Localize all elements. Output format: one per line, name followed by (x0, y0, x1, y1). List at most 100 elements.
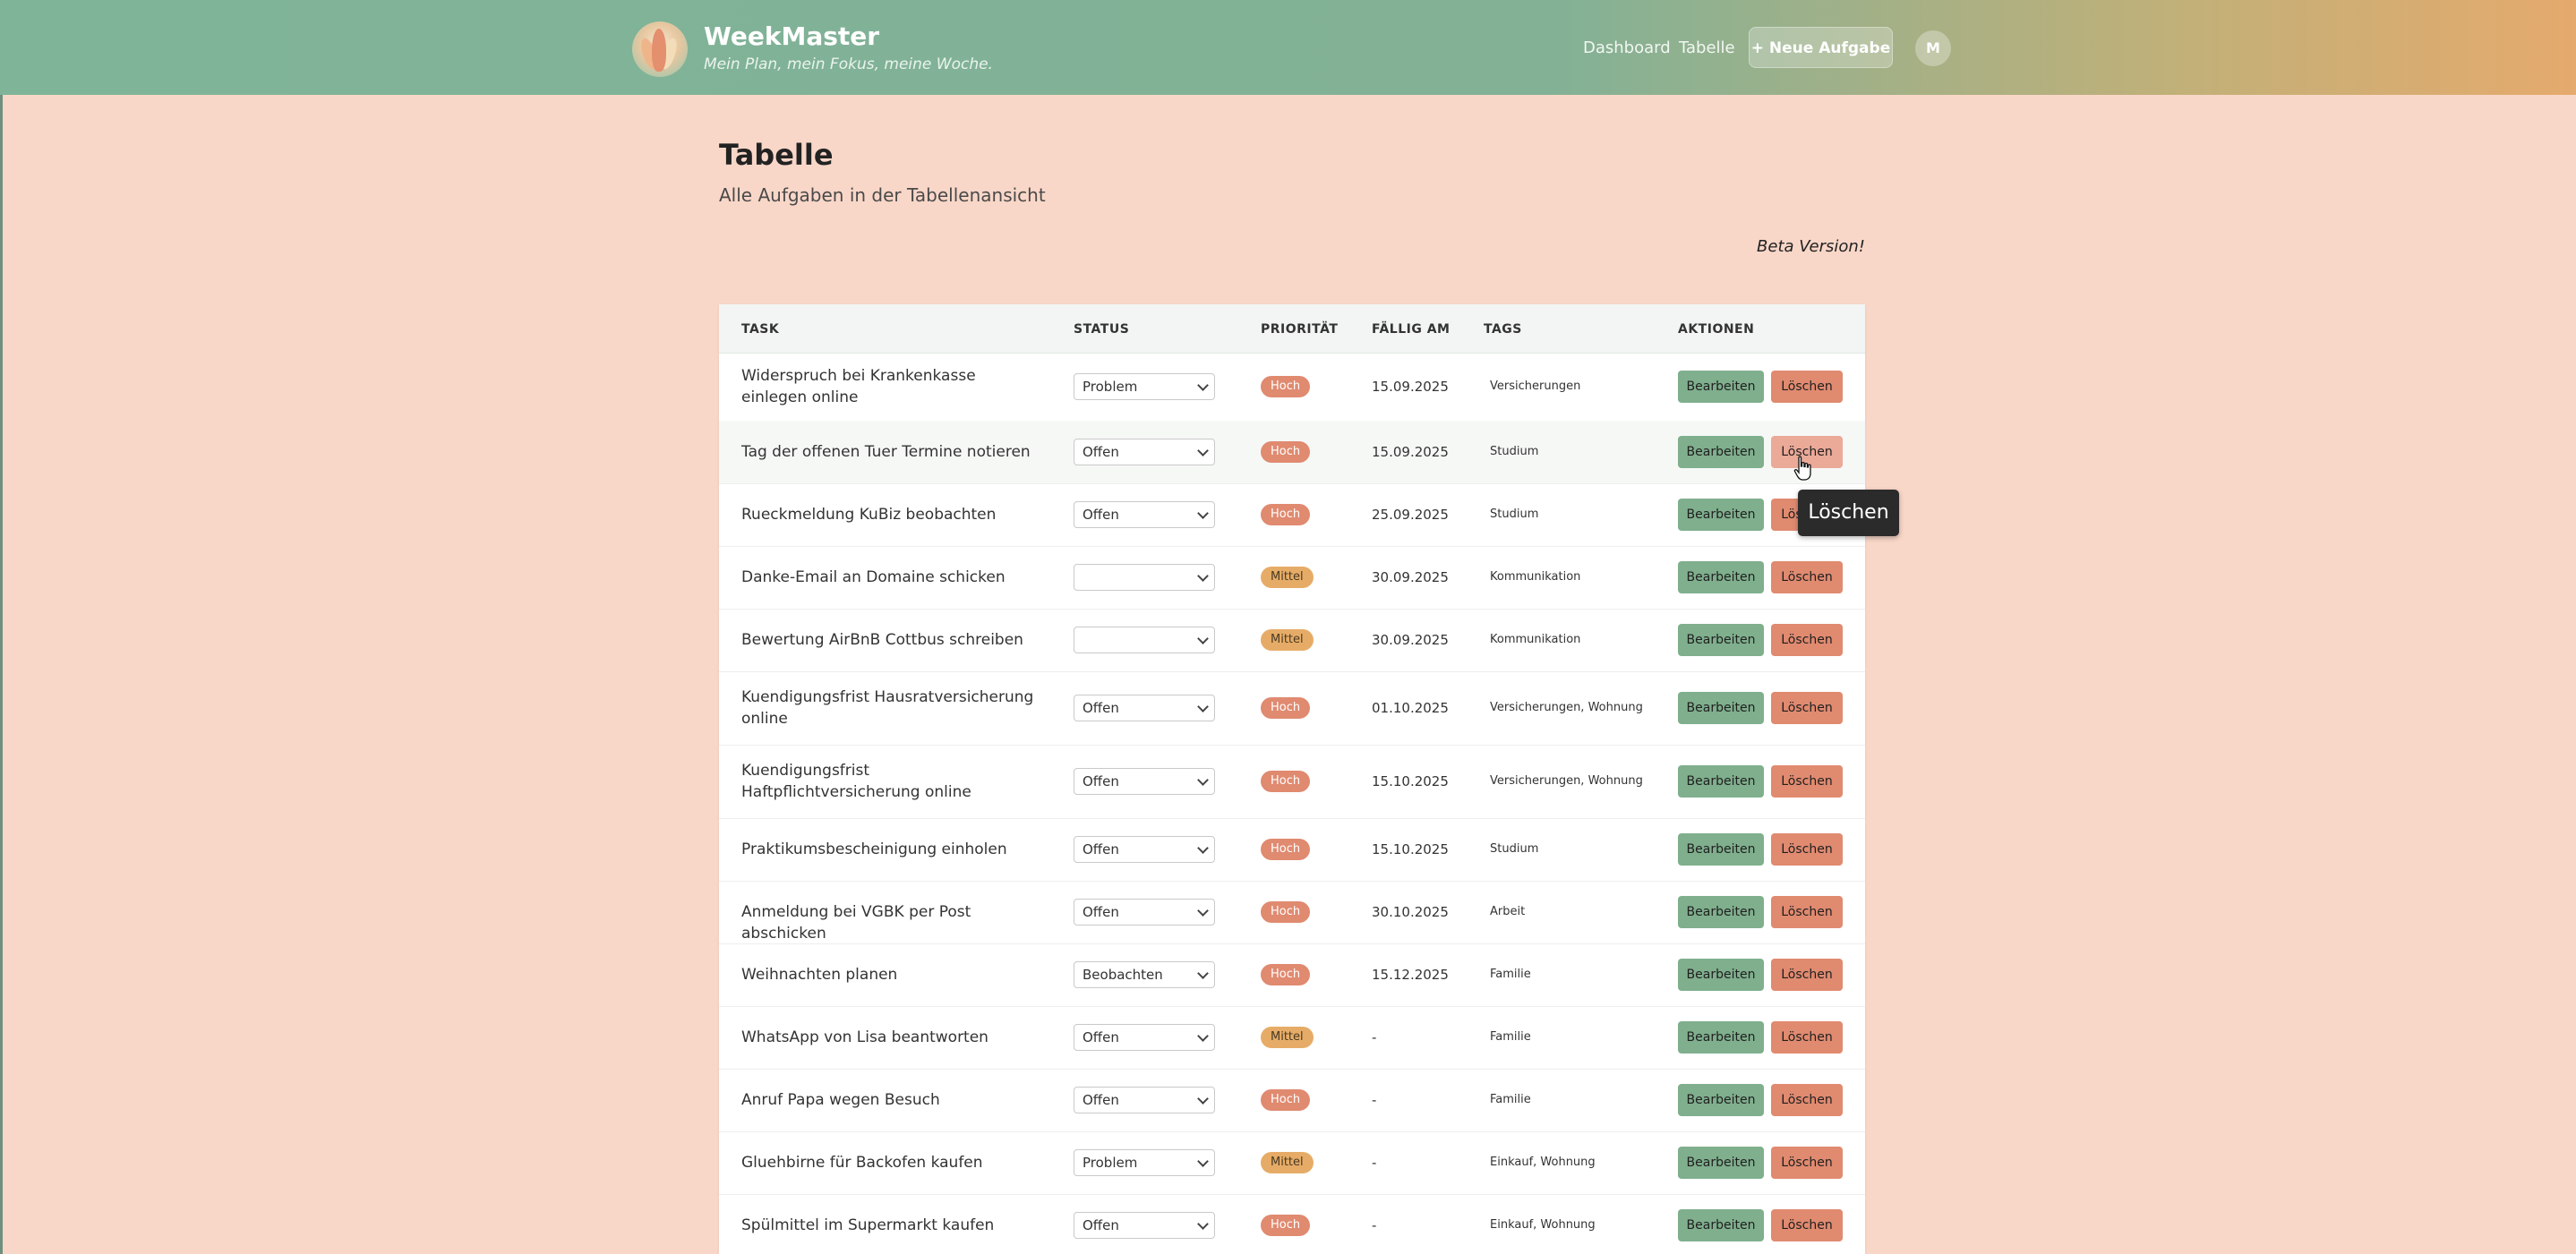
due-date: 30.10.2025 (1372, 904, 1449, 920)
status-select[interactable]: Offen (1074, 899, 1215, 926)
chevron-down-icon (1197, 508, 1209, 519)
user-avatar[interactable]: M (1915, 30, 1951, 66)
chevron-down-icon (1197, 1156, 1209, 1167)
task-title: Bewertung AirBnB Cottbus schreiben (741, 631, 1023, 649)
status-select[interactable] (1074, 564, 1215, 591)
app-title[interactable]: WeekMaster (704, 21, 879, 51)
table-row: Anruf Papa wegen Besuch Offen Hoch - Familie… (719, 1069, 1865, 1132)
due-date: 30.09.2025 (1372, 569, 1449, 585)
edit-button[interactable]: Bearbeiten (1678, 765, 1764, 798)
edit-button[interactable]: Bearbeiten (1678, 1084, 1764, 1116)
status-select[interactable]: Offen (1074, 695, 1215, 721)
task-title: WhatsApp von Lisa beantworten (741, 1028, 988, 1046)
edit-button[interactable]: Bearbeiten (1678, 624, 1764, 656)
priority-badge: Hoch (1261, 1089, 1311, 1111)
task-tags: Versicherungen (1490, 380, 1581, 393)
status-select[interactable]: Offen (1074, 1212, 1215, 1239)
table-row: Rueckmeldung KuBiz beobachten Offen Hoch 25… (719, 483, 1865, 547)
delete-button[interactable]: Löschen (1771, 692, 1843, 724)
table-row: Praktikumsbescheinigung einholen Offen Hoc… (719, 818, 1865, 882)
delete-button[interactable]: Löschen (1771, 1209, 1843, 1241)
due-date: 01.10.2025 (1372, 700, 1449, 716)
chevron-down-icon (1197, 842, 1209, 854)
edit-button[interactable]: Bearbeiten (1678, 436, 1764, 468)
header-due: FÄLLIG AM (1372, 322, 1451, 337)
delete-button[interactable]: Löschen (1771, 833, 1843, 866)
chevron-down-icon (1197, 1030, 1209, 1042)
header-actions: AKTIONEN (1678, 322, 1755, 337)
nav-table-link[interactable]: Tabelle (1679, 38, 1735, 57)
delete-button[interactable]: Löschen (1771, 959, 1843, 991)
delete-button[interactable]: Löschen (1771, 1021, 1843, 1054)
priority-badge: Hoch (1261, 771, 1311, 792)
status-value: Offen (1083, 700, 1119, 716)
task-title: Tag der offenen Tuer Termine notieren (741, 443, 1031, 461)
edit-button[interactable]: Bearbeiten (1678, 371, 1764, 403)
task-title: Kuendigungsfrist Hausratversicherung onl… (741, 688, 1034, 728)
header-priority: PRIORITÄT (1261, 322, 1339, 337)
new-task-button[interactable]: + Neue Aufgabe (1749, 27, 1893, 68)
due-date: - (1372, 1029, 1377, 1045)
delete-button[interactable]: Löschen (1771, 896, 1843, 928)
task-tags: Einkauf, Wohnung (1490, 1218, 1596, 1232)
edit-button[interactable]: Bearbeiten (1678, 692, 1764, 724)
priority-badge: Hoch (1261, 441, 1311, 463)
priority-badge: Hoch (1261, 376, 1311, 397)
edit-button[interactable]: Bearbeiten (1678, 1209, 1764, 1241)
status-select[interactable]: Offen (1074, 768, 1215, 795)
chevron-down-icon (1197, 968, 1209, 979)
delete-button[interactable]: Löschen (1771, 624, 1843, 656)
delete-button[interactable]: Löschen (1771, 561, 1843, 593)
edit-button[interactable]: Bearbeiten (1678, 499, 1764, 531)
task-title: Widerspruch bei Krankenkasse einlegen on… (741, 367, 976, 406)
priority-badge: Hoch (1261, 697, 1311, 719)
due-date: 15.09.2025 (1372, 444, 1449, 460)
due-date: 25.09.2025 (1372, 507, 1449, 523)
status-value: Problem (1083, 1155, 1138, 1171)
edit-button[interactable]: Bearbeiten (1678, 561, 1764, 593)
status-select[interactable]: Offen (1074, 1087, 1215, 1113)
due-date: 15.09.2025 (1372, 379, 1449, 395)
status-select[interactable]: Offen (1074, 501, 1215, 528)
page-subtitle: Alle Aufgaben in der Tabellenansicht (719, 184, 1046, 206)
table-row: Kuendigungsfrist Haftpflichtversicherung… (719, 745, 1865, 819)
status-select[interactable] (1074, 627, 1215, 653)
status-select[interactable]: Offen (1074, 1024, 1215, 1051)
priority-badge: Mittel (1261, 629, 1314, 651)
nav-dashboard-link[interactable]: Dashboard (1583, 38, 1671, 57)
delete-button[interactable]: Löschen (1771, 1147, 1843, 1179)
task-tags: Studium (1490, 445, 1539, 458)
status-select[interactable]: Offen (1074, 836, 1215, 863)
task-tags: Familie (1490, 1030, 1531, 1044)
status-select[interactable]: Problem (1074, 373, 1215, 400)
priority-badge: Hoch (1261, 839, 1311, 860)
chevron-down-icon (1197, 445, 1209, 456)
task-title: Anmeldung bei VGBK per Post abschicken (741, 903, 971, 943)
table-row: Danke-Email an Domaine schicken Mittel 30.… (719, 546, 1865, 610)
task-tags: Arbeit (1490, 905, 1526, 918)
priority-badge: Hoch (1261, 1215, 1311, 1236)
priority-badge: Hoch (1261, 504, 1311, 525)
due-date: 15.10.2025 (1372, 841, 1449, 857)
edit-button[interactable]: Bearbeiten (1678, 833, 1764, 866)
edit-button[interactable]: Bearbeiten (1678, 896, 1764, 928)
chevron-down-icon (1197, 570, 1209, 582)
edit-button[interactable]: Bearbeiten (1678, 959, 1764, 991)
due-date: 30.09.2025 (1372, 632, 1449, 648)
task-tags: Versicherungen, Wohnung (1490, 701, 1643, 714)
task-tags: Familie (1490, 1093, 1531, 1106)
delete-button[interactable]: Löschen (1771, 371, 1843, 403)
status-select[interactable]: Beobachten (1074, 961, 1215, 988)
status-value: Offen (1083, 1092, 1119, 1108)
delete-button[interactable]: Löschen (1771, 765, 1843, 798)
app-logo-icon[interactable] (632, 21, 688, 77)
status-select[interactable]: Offen (1074, 439, 1215, 465)
delete-button[interactable]: Löschen (1771, 1084, 1843, 1116)
status-select[interactable]: Problem (1074, 1149, 1215, 1176)
edit-button[interactable]: Bearbeiten (1678, 1147, 1764, 1179)
edit-button[interactable]: Bearbeiten (1678, 1021, 1764, 1054)
status-value: Offen (1083, 444, 1119, 460)
beta-label: Beta Version! (1757, 237, 1865, 256)
priority-badge: Mittel (1261, 1027, 1314, 1048)
delete-tooltip: Löschen (1798, 490, 1899, 536)
